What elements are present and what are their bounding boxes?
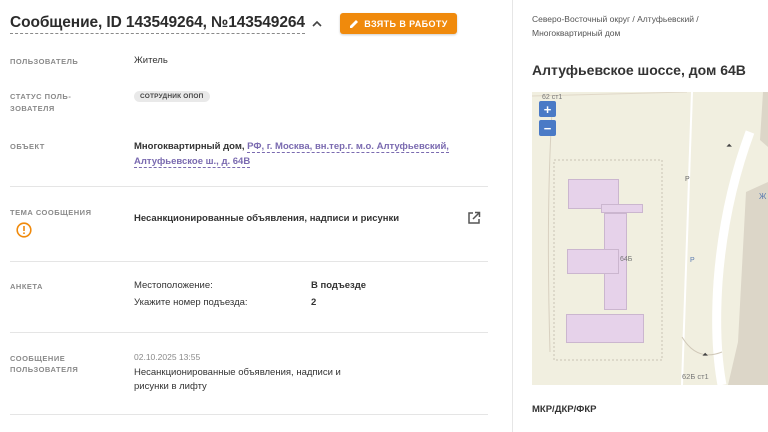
survey-label: АНКЕТА <box>10 282 43 291</box>
warning-icon <box>16 222 32 238</box>
message-header: Сообщение, ID 143549264, №143549264 <box>10 13 323 34</box>
user-value: Житель <box>134 55 168 66</box>
open-external-icon[interactable] <box>467 211 481 225</box>
take-to-work-button[interactable]: ВЗЯТЬ В РАБОТУ <box>340 13 457 34</box>
building-block <box>566 314 644 343</box>
survey-value: 2 <box>311 297 317 308</box>
object-type: Многоквартирный дом, <box>134 141 245 152</box>
divider <box>10 414 488 415</box>
page-title[interactable]: Сообщение, ID 143549264, №143549264 <box>10 13 305 34</box>
survey-value: В подъезде <box>311 280 367 291</box>
message-label-line2: ПОЛЬЗОВАТЕЛЯ <box>10 365 79 374</box>
breadcrumb: Северо-Восточный округ / Алтуфьевский / … <box>532 14 699 38</box>
building-label: 64Б <box>620 256 633 263</box>
map-label: 62 ст1 <box>542 94 563 101</box>
parking-icon: Р <box>685 176 690 183</box>
survey-key: Укажите номер подъезда: <box>134 297 248 308</box>
message-panel: Сообщение, ID 143549264, №143549264 ВЗЯТ… <box>0 0 513 432</box>
map-label: 62Б ст1 <box>682 372 709 381</box>
message-date: 02.10.2025 13:55 <box>134 352 201 362</box>
take-to-work-label: ВЗЯТЬ В РАБОТУ <box>364 18 448 29</box>
user-label: ПОЛЬЗОВАТЕЛЬ <box>10 57 79 66</box>
status-label-line1: СТАТУС ПОЛЬ- <box>10 92 72 101</box>
divider <box>10 261 488 262</box>
object-value: Многоквартирный дом, РФ, г. Москва, вн.т… <box>134 139 464 169</box>
message-text: Несанкционированные объявления, надписи … <box>134 367 341 392</box>
building-block <box>567 249 619 274</box>
status-badge: СОТРУДНИК ОПОП <box>134 91 210 102</box>
divider <box>10 186 488 187</box>
zoom-out-button[interactable]: − <box>539 120 556 136</box>
zoom-in-button[interactable]: + <box>539 101 556 117</box>
map[interactable]: + − 62 ст1 64Б 62Б ст1 Р Р Ж ⏶ ⏶ <box>532 92 768 385</box>
message-label-line1: СООБЩЕНИЕ <box>10 354 66 363</box>
topic-value: Несанкционированные объявления, надписи … <box>134 213 400 224</box>
section-label: МКР/ДКР/ФКР <box>532 404 597 415</box>
pencil-icon <box>350 19 359 28</box>
topic-label: ТЕМА СООБЩЕНИЯ <box>10 208 92 217</box>
map-label: Ж <box>759 192 767 201</box>
status-label-line2: ЗОВАТЕЛЯ <box>10 104 55 113</box>
parking-icon: Р <box>690 257 695 264</box>
poi-icon: ⏶ <box>702 350 709 359</box>
location-panel: Северо-Восточный округ / Алтуфьевский / … <box>513 0 768 432</box>
divider <box>10 332 488 333</box>
object-label: ОБЪЕКТ <box>10 142 45 151</box>
building-block <box>601 204 643 213</box>
chevron-up-icon[interactable] <box>311 18 323 30</box>
poi-icon: ⏶ <box>726 141 733 150</box>
address-title: Алтуфьевское шоссе, дом 64В <box>532 62 746 78</box>
survey-key: Местоположение: <box>134 280 213 291</box>
